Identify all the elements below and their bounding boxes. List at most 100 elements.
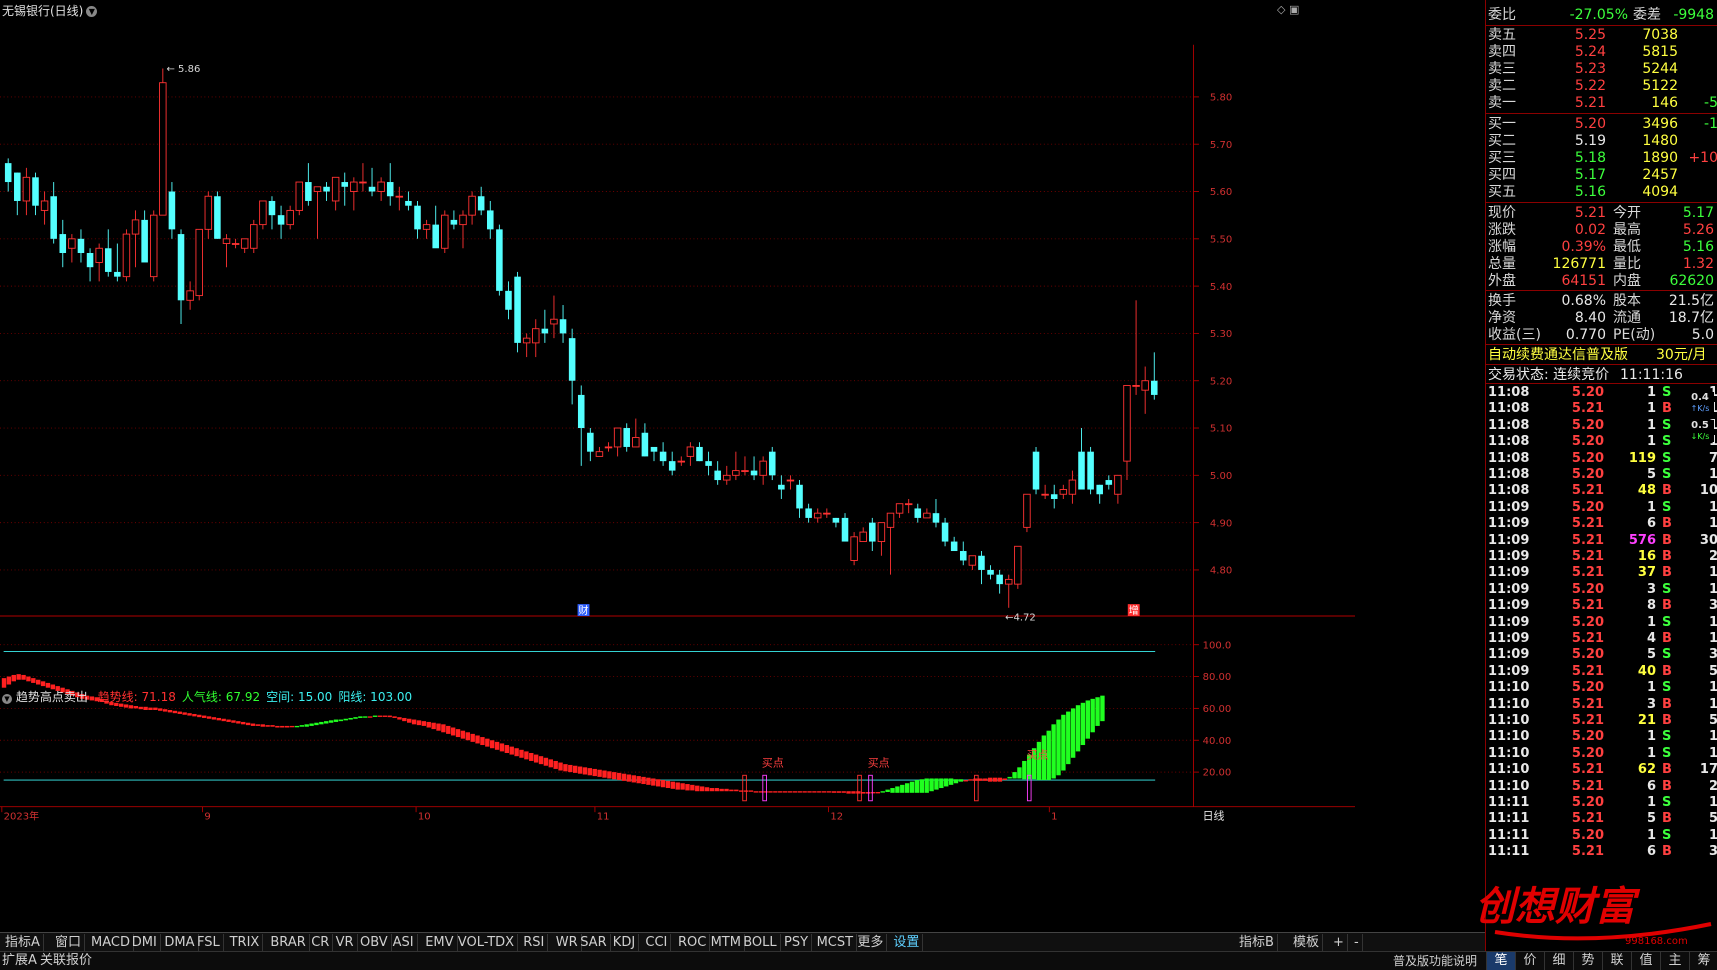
tick-cell: B [1662,565,1672,581]
tab-roc[interactable]: ROC [675,934,711,951]
candle [359,163,367,192]
candle [22,167,31,216]
tab-emv[interactable]: EMV [422,934,458,951]
tick-row: 11:11 5.21 6 B 3 [1486,843,1717,861]
cai-marker[interactable]: 财 [577,604,590,617]
tab-rsi[interactable]: RSI [520,934,549,951]
divider [1486,202,1717,203]
tick-cell: 11:08 [1488,417,1530,433]
tab-vr[interactable]: VR [333,934,358,951]
tick-row: 11:08 5.21 48 B 10 [1486,482,1717,500]
tab-macd[interactable]: MACD [88,934,134,951]
tab-kdj[interactable]: KDJ [610,934,640,951]
zeng-marker[interactable]: 增 [1127,604,1140,617]
help-link[interactable]: 普及版功能说明 [1393,952,1477,970]
diamond-icon[interactable]: ◇ [1277,3,1285,16]
trend-bar [748,790,754,792]
quote-cell: 30元/月 [1656,347,1707,363]
tab-更多[interactable]: 更多 [854,934,888,951]
trend-bar [1095,697,1100,726]
tick-cell: 11:09 [1488,549,1530,564]
tab-right-指标B[interactable]: 指标B [1236,934,1278,951]
tab-cci[interactable]: CCI [642,934,672,951]
tab-asi[interactable]: ASI [390,934,418,951]
trend-bar [944,778,949,787]
candle [150,210,158,282]
expand-a-button[interactable]: 扩展A [2,952,37,970]
tab-obv[interactable]: OBV [357,934,392,951]
tick-row: 11:085.201S1 [1486,384,1717,402]
tick-cell: 5.20 [1571,385,1604,400]
candle [186,281,194,310]
tick-cell: 5.20 [1571,581,1604,597]
trend-bar [807,791,812,793]
tick-cell: 11:10 [1488,762,1530,778]
trend-bar [646,777,651,785]
tick-cell: 11:09 [1488,581,1530,597]
tab-psy[interactable]: PSY [781,934,813,951]
tab-dmi[interactable]: DMI [129,934,161,951]
tab-boll[interactable]: BOLL [740,934,781,951]
candle [95,243,103,282]
tab-指标a[interactable]: 指标A [2,934,44,951]
tick-cell: 8 [1646,598,1656,614]
trend-bar [363,716,368,718]
trend-bar [695,785,700,792]
tick-cell: 11:08 [1488,467,1530,482]
candle [441,210,449,254]
trend-bar [299,725,305,727]
tab-mcst[interactable]: MCST [814,934,858,951]
candle [1132,300,1140,395]
candle [204,191,213,239]
trend-bar [548,759,553,768]
trend-bar [958,779,964,782]
tab-right--[interactable]: - [1351,934,1363,951]
indicator-title: ▼ 趋势高点卖出 趋势线: 71.18 人气线: 67.92 空间: 15.00 阳线… [2,688,412,705]
tab-cr[interactable]: CR [308,934,334,951]
period-label[interactable]: 日线 [1203,808,1225,822]
tick-cell: S [1662,581,1672,597]
quote-cell: 收益(三) [1488,327,1541,343]
price-tick-label: 5.40 [1210,282,1232,293]
tick-cell: 5.21 [1571,663,1604,679]
indicator-name[interactable]: 趋势高点卖出 [16,690,88,704]
trend-bar [255,724,261,726]
tick-cell: 5.21 [1571,778,1604,794]
tab-right-+[interactable]: + [1330,934,1348,951]
tick-cell: 3 [1646,696,1656,712]
window-restore-icon[interactable]: ▣ [1289,3,1299,16]
tick-cell: S [1662,499,1672,515]
tab-right-模板[interactable]: 模板 [1290,934,1324,951]
kline-chart[interactable]: 买点 买点买点 5.805.705.605.505.405.305.205.105… [0,0,1355,940]
tab-dma[interactable]: DMA [161,934,199,951]
trend-bar [685,784,690,791]
tab-brar[interactable]: BRAR [267,934,310,951]
tab-fsl[interactable]: FSL [194,934,224,951]
trend-bar [221,718,226,722]
tab-设置[interactable]: 设置 [890,934,924,951]
trend-bar [245,722,251,726]
quote-panel: 委比 -27.05% 委差 -9948 卖五 5.25 7038 卖四 5.24 5815 卖三 5.… [1485,0,1717,952]
tab-trix[interactable]: TRIX [227,934,264,951]
trend-bar [328,720,334,723]
tick-cell: B [1662,713,1672,728]
tick-cell: S [1662,745,1672,761]
trend-bar [284,725,290,728]
tab-sar[interactable]: SAR [577,934,611,951]
tick-cell: S [1662,467,1672,482]
tick-cell: 5.20 [1571,827,1604,843]
tab-窗口[interactable]: 窗口 [52,934,86,951]
date-tick-label: 10 [418,811,431,822]
trend-bar [187,713,192,716]
candle [286,205,294,230]
trend-bar [241,721,246,725]
trend-bar [763,791,768,793]
chevron-down-icon[interactable]: ▼ [2,694,12,704]
candle [932,498,940,528]
trend-bar [895,786,900,793]
chevron-down-icon[interactable]: ▼ [86,6,98,17]
tab-vol-tdx[interactable]: VOL-TDX [455,934,519,951]
candle [422,219,431,239]
related-quote-button[interactable]: 关联报价 [40,952,92,970]
tick-cell: 5 [1646,467,1656,482]
